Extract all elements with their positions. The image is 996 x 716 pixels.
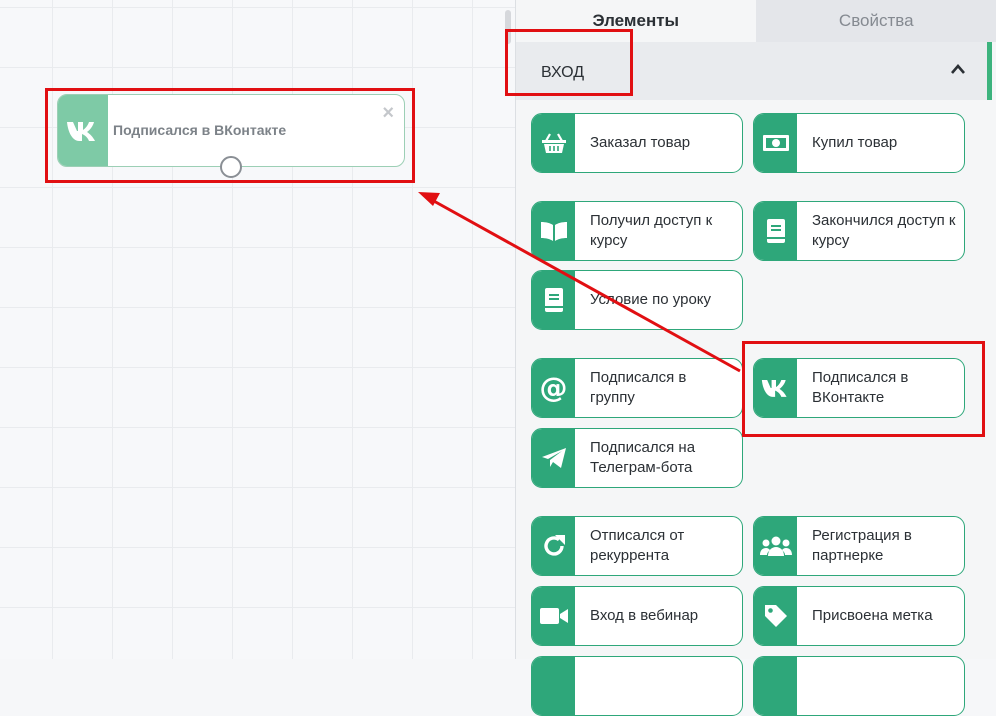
partial-icon (754, 657, 797, 715)
annotation-arrow (0, 0, 996, 659)
card-partial[interactable] (753, 656, 965, 716)
card-partial[interactable] (531, 656, 743, 716)
partial-icon (532, 657, 575, 715)
